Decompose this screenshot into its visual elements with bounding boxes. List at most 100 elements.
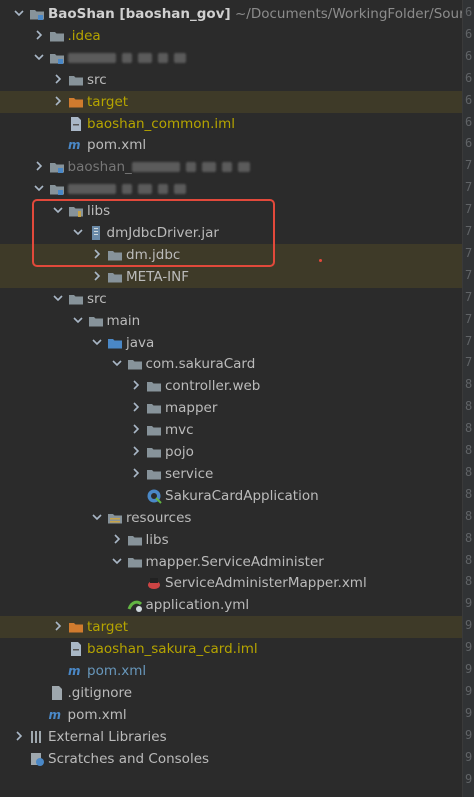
- source-folder-icon: [107, 335, 123, 351]
- tree-row-label: SakuraCardApplication: [165, 487, 319, 504]
- chevron-right-icon[interactable]: [129, 400, 143, 414]
- tree-row-module3[interactable]: [0, 178, 462, 200]
- chevron-right-icon[interactable]: [129, 444, 143, 458]
- tree-row-iml3[interactable]: baoshan_sakura_card.iml: [0, 638, 462, 660]
- gutter-line-number: 6: [465, 26, 473, 41]
- gutter-line-number: 8: [465, 508, 473, 523]
- file-icon: [49, 685, 65, 701]
- gutter-line-number: 8: [465, 552, 473, 567]
- chevron-down-icon[interactable]: [32, 181, 46, 195]
- tree-row-mapperxml[interactable]: ServiceAdministerMapper.xml: [0, 572, 462, 594]
- gutter-line-number: 7: [465, 202, 473, 217]
- chevron-down-icon[interactable]: [32, 50, 46, 64]
- tree-row-label: External Libraries: [48, 728, 167, 745]
- gutter-line-number: 8: [465, 486, 473, 501]
- highlight-annotation-box: [32, 199, 275, 267]
- tree-row-controller[interactable]: controller.web: [0, 375, 462, 397]
- chevron-right-icon[interactable]: [12, 729, 26, 743]
- chevron-down-icon[interactable]: [12, 6, 26, 20]
- module-folder-icon: [29, 6, 45, 22]
- tree-row-label: [67, 180, 192, 198]
- tree-row-gitignore[interactable]: .gitignore: [0, 682, 462, 704]
- editor-gutter: 6 6 6 6 6 6 6 7 7 7 7 7 7 7 7 7 7 8 8 8 8 8 8 8 8 8 8 9 9 9 9 9 9 9 9 9: [462, 0, 474, 797]
- chevron-right-icon[interactable]: [32, 159, 46, 173]
- tree-row-main[interactable]: main: [0, 310, 462, 332]
- tree-row-label: main: [106, 312, 141, 329]
- cursor-marker: [319, 259, 322, 262]
- tree-row-target3[interactable]: target: [0, 616, 462, 639]
- gutter-line-number: 6: [465, 48, 473, 63]
- iml-file-icon: [68, 116, 84, 132]
- gutter-line-number: 7: [465, 180, 473, 195]
- gutter-line-number: 9: [465, 705, 473, 720]
- chevron-right-icon[interactable]: [32, 28, 46, 42]
- external-libraries-icon: [29, 729, 45, 745]
- chevron-down-icon[interactable]: [110, 554, 124, 568]
- resources-folder-icon: [107, 510, 123, 526]
- folder-icon: [127, 554, 143, 570]
- folder-icon: [127, 532, 143, 548]
- tree-row-mapperdir[interactable]: mapper.ServiceAdminister: [0, 551, 462, 573]
- gutter-line-number: 7: [465, 267, 473, 282]
- folder-icon: [49, 28, 65, 44]
- gutter-line-number: 8: [465, 399, 473, 414]
- gutter-line-number: 7: [465, 289, 473, 304]
- chevron-down-icon[interactable]: [90, 510, 104, 524]
- tree-row-pom3[interactable]: m pom.xml: [0, 660, 462, 682]
- chevron-down-icon[interactable]: [71, 313, 85, 327]
- tree-row-label: baoshan_sakura_card.iml: [87, 641, 258, 658]
- tree-row-label: .idea: [67, 27, 101, 44]
- chevron-right-icon[interactable]: [129, 422, 143, 436]
- chevron-down-icon[interactable]: [110, 356, 124, 370]
- tree-row-pkg[interactable]: com.sakuraCard: [0, 353, 462, 375]
- tree-row-module1[interactable]: [0, 47, 462, 69]
- tree-row-label: ServiceAdministerMapper.xml: [165, 575, 367, 592]
- chevron-down-icon[interactable]: [90, 335, 104, 349]
- tree-row-app[interactable]: SakuraCardApplication: [0, 485, 462, 507]
- chevron-right-icon[interactable]: [51, 94, 65, 108]
- tree-row-reslibs[interactable]: libs: [0, 529, 462, 551]
- chevron-right-icon[interactable]: [110, 532, 124, 546]
- chevron-right-icon[interactable]: [51, 72, 65, 86]
- folder-icon: [146, 466, 162, 482]
- tree-row-label: service: [165, 465, 214, 482]
- tree-row-pojo[interactable]: pojo: [0, 441, 462, 463]
- tree-row-pomroot[interactable]: m pom.xml: [0, 704, 462, 726]
- tree-row-src3[interactable]: src: [0, 288, 462, 310]
- chevron-right-icon[interactable]: [129, 378, 143, 392]
- excluded-folder-icon: [68, 94, 84, 110]
- tree-row-label: pom.xml: [87, 663, 147, 679]
- tree-row-target1[interactable]: target: [0, 90, 462, 113]
- tree-row-root[interactable]: BaoShan [baoshan_gov] ~/Documents/Workin…: [0, 3, 462, 25]
- folder-icon: [88, 313, 104, 329]
- tree-row-iml1[interactable]: baoshan_common.iml: [0, 113, 462, 135]
- tree-row-extlibs[interactable]: External Libraries: [0, 726, 462, 748]
- tree-row-module2[interactable]: baoshan_: [0, 156, 462, 178]
- tree-row-appyml[interactable]: application.yml: [0, 594, 462, 616]
- tree-row-label: mapper: [165, 400, 218, 417]
- tree-row-label: Scratches and Consoles: [48, 750, 210, 767]
- tree-row-metainf[interactable]: META-INF: [0, 265, 462, 288]
- folder-icon: [68, 72, 84, 88]
- tree-row-label: src: [87, 71, 107, 88]
- tree-row-service[interactable]: service: [0, 463, 462, 485]
- tree-row-resources[interactable]: resources: [0, 507, 462, 529]
- tree-row-label: src: [87, 290, 107, 307]
- chevron-right-icon[interactable]: [51, 619, 65, 633]
- folder-icon: [146, 378, 162, 394]
- gutter-line-number: 8: [465, 464, 473, 479]
- tree-row-mapper[interactable]: mapper: [0, 397, 462, 419]
- chevron-right-icon[interactable]: [129, 466, 143, 480]
- chevron-down-icon[interactable]: [51, 291, 65, 305]
- tree-row-src1[interactable]: src: [0, 69, 462, 91]
- tree-row-pom1[interactable]: m pom.xml: [0, 134, 462, 156]
- maven-icon: m: [68, 664, 81, 678]
- tree-row-java[interactable]: java: [0, 332, 462, 354]
- tree-row-mvc[interactable]: mvc: [0, 419, 462, 441]
- tree-row-label: mapper.ServiceAdminister: [145, 553, 324, 570]
- folder-icon: [127, 356, 143, 372]
- chevron-right-icon[interactable]: [90, 269, 104, 283]
- gutter-line-number: 7: [465, 311, 473, 326]
- tree-row-scratches[interactable]: Scratches and Consoles: [0, 748, 462, 770]
- tree-row-idea[interactable]: .idea: [0, 25, 462, 47]
